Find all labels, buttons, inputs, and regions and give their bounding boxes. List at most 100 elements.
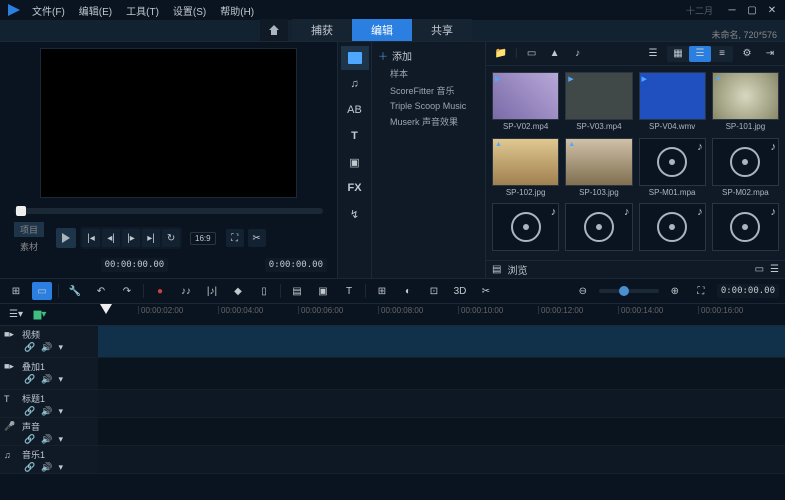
collapse-icon[interactable]: ⇥: [761, 46, 779, 62]
goto-end-button[interactable]: ▸|: [142, 229, 160, 247]
menu-settings[interactable]: 设置(S): [173, 3, 206, 18]
track-expand-icon[interactable]: ▾: [58, 406, 63, 417]
thumbnail[interactable]: ▶SP-V03.mp4: [565, 72, 632, 132]
tt-time-icon[interactable]: ⊡: [424, 282, 444, 300]
tt-chapter-icon[interactable]: ▯: [254, 282, 274, 300]
tt-autotone-icon[interactable]: |♪|: [202, 282, 222, 300]
track-body[interactable]: [98, 390, 785, 417]
tt-wrench-icon[interactable]: 🔧: [65, 282, 85, 300]
track-mute-icon[interactable]: 🔊: [41, 434, 52, 445]
zoom-out-icon[interactable]: ⊖: [573, 282, 593, 300]
fit-icon[interactable]: ⛶: [691, 282, 711, 300]
minimize-icon[interactable]: ─: [725, 3, 739, 17]
track-mute-icon[interactable]: 🔊: [41, 406, 52, 417]
tree-add[interactable]: ＋添加: [376, 46, 481, 65]
tt-timeline-icon[interactable]: ▭: [32, 282, 52, 300]
libcat-filter-icon[interactable]: FX: [341, 176, 369, 200]
thumbnail[interactable]: ♪SP-M02.mpa: [712, 138, 779, 198]
track-expand-icon[interactable]: ▾: [58, 434, 63, 445]
tt-track-icon[interactable]: ▤: [287, 282, 307, 300]
track-color-icon[interactable]: ▆▾: [30, 306, 50, 324]
track-link-icon[interactable]: 🔗: [24, 462, 35, 473]
menu-edit[interactable]: 编辑(E): [79, 3, 112, 18]
next-frame-button[interactable]: |▸: [122, 229, 140, 247]
thumbnail[interactable]: ▲SP-101.jpg: [712, 72, 779, 132]
maximize-icon[interactable]: ▢: [745, 3, 759, 17]
tt-multicam-icon[interactable]: ⊞: [372, 282, 392, 300]
track-link-icon[interactable]: 🔗: [24, 434, 35, 445]
tt-marker-icon[interactable]: ◆: [228, 282, 248, 300]
home-tab[interactable]: [260, 19, 288, 41]
tree-item-triple[interactable]: Triple Scoop Music: [376, 99, 481, 113]
footer-btn-1[interactable]: ▭: [755, 264, 764, 275]
track-header[interactable]: ♫音乐1🔗🔊▾: [0, 446, 98, 473]
menu-file[interactable]: 文件(F): [32, 3, 65, 18]
tt-3d-icon[interactable]: 3D: [450, 282, 470, 300]
import-folder-icon[interactable]: 📁: [492, 46, 510, 62]
preview-tab-project[interactable]: 项目: [14, 222, 44, 237]
options-icon[interactable]: ⚙: [738, 46, 756, 62]
track-menu-icon[interactable]: ☰▾: [6, 306, 26, 324]
thumbnail[interactable]: ♪: [639, 203, 706, 254]
tt-mixer-icon[interactable]: ♪♪: [176, 282, 196, 300]
track-body[interactable]: [98, 326, 785, 357]
play-button[interactable]: [56, 228, 76, 248]
view-list-icon[interactable]: ☰: [689, 46, 711, 62]
track-expand-icon[interactable]: ▾: [58, 342, 63, 353]
libcat-sound-icon[interactable]: ♫: [341, 72, 369, 96]
thumbnail[interactable]: ▲SP-102.jpg: [492, 138, 559, 198]
tt-redo-icon[interactable]: ↷: [117, 282, 137, 300]
thumbnail[interactable]: ♪: [492, 203, 559, 254]
track-link-icon[interactable]: 🔗: [24, 342, 35, 353]
tt-subtitle-icon[interactable]: T: [339, 282, 359, 300]
footer-btn-2[interactable]: ☰: [770, 264, 779, 275]
track-mute-icon[interactable]: 🔊: [41, 462, 52, 473]
tree-item-scorefitter[interactable]: ScoreFitter 音乐: [376, 82, 481, 99]
filter-image-icon[interactable]: ▲: [546, 46, 564, 62]
menu-tool[interactable]: 工具(T): [126, 3, 159, 18]
libcat-media-icon[interactable]: [341, 46, 369, 70]
track-body[interactable]: [98, 446, 785, 473]
tt-pan-icon[interactable]: ◐: [398, 282, 418, 300]
view-thumb-icon[interactable]: ▦: [667, 46, 689, 62]
aspect-ratio[interactable]: 16:9: [190, 232, 216, 245]
track-expand-icon[interactable]: ▾: [58, 374, 63, 385]
tree-item-sample[interactable]: 样本: [376, 65, 481, 82]
thumbnail[interactable]: ▶SP-V04.wmv: [639, 72, 706, 132]
view-detail-icon[interactable]: ≡: [711, 46, 733, 62]
enlarge-button[interactable]: ⛶: [226, 229, 244, 247]
track-mute-icon[interactable]: 🔊: [41, 342, 52, 353]
track-body[interactable]: [98, 418, 785, 445]
tt-storyboard-icon[interactable]: ⊞: [6, 282, 26, 300]
track-header[interactable]: ■▸叠加1🔗🔊▾: [0, 358, 98, 389]
track-header[interactable]: ■▸视频🔗🔊▾: [0, 326, 98, 357]
footer-browse[interactable]: 浏览: [507, 262, 527, 277]
tt-split-icon[interactable]: ✂: [476, 282, 496, 300]
split-button[interactable]: ✂: [248, 229, 266, 247]
track-body[interactable]: [98, 358, 785, 389]
loop-button[interactable]: ↻: [162, 229, 180, 247]
track-header[interactable]: T标题1🔗🔊▾: [0, 390, 98, 417]
libcat-path-icon[interactable]: ↯: [341, 202, 369, 226]
track-link-icon[interactable]: 🔗: [24, 406, 35, 417]
scrub-bar[interactable]: [14, 208, 323, 214]
tt-motion-icon[interactable]: ▣: [313, 282, 333, 300]
preview-tab-clip[interactable]: 素材: [14, 239, 44, 254]
filter-video-icon[interactable]: ▭: [523, 46, 541, 62]
goto-start-button[interactable]: |◂: [82, 229, 100, 247]
libcat-transition-icon[interactable]: AB: [341, 98, 369, 122]
tab-edit[interactable]: 编辑: [352, 19, 412, 41]
tree-item-muserk[interactable]: Muserk 声音效果: [376, 113, 481, 130]
tt-undo-icon[interactable]: ↶: [91, 282, 111, 300]
playhead-icon[interactable]: [100, 304, 112, 316]
prev-frame-button[interactable]: ◂|: [102, 229, 120, 247]
libcat-overlay-icon[interactable]: ▣: [341, 150, 369, 174]
track-expand-icon[interactable]: ▾: [58, 462, 63, 473]
filter-audio-icon[interactable]: ♪: [569, 46, 587, 62]
tab-capture[interactable]: 捕获: [292, 19, 352, 41]
thumbnail[interactable]: ▲SP-103.jpg: [565, 138, 632, 198]
thumbnail[interactable]: ♪: [565, 203, 632, 254]
tab-share[interactable]: 共享: [412, 19, 472, 41]
time-ruler[interactable]: 00:00:02:0000:00:04:0000:00:06:0000:00:0…: [98, 304, 785, 325]
thumbnail[interactable]: ♪: [712, 203, 779, 254]
